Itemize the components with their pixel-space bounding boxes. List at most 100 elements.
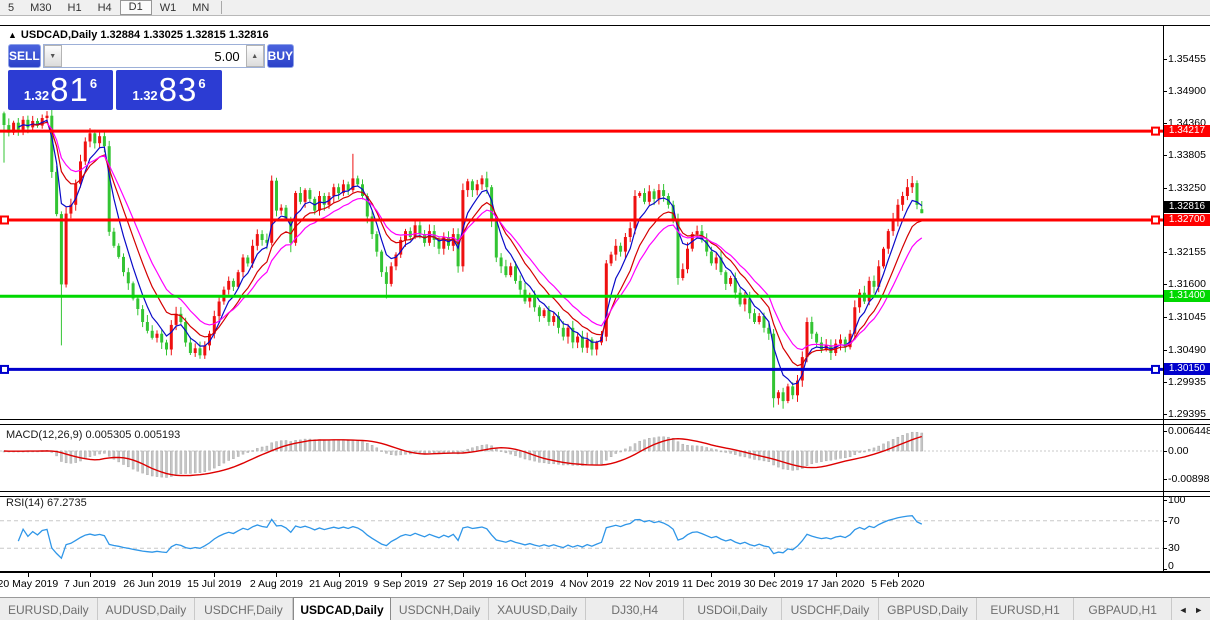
candle-body (810, 322, 813, 334)
macd-rsi-separator[interactable] (0, 491, 1210, 497)
symbol-tab-usdcad-daily[interactable]: USDCAD,Daily (293, 597, 392, 620)
time-axis-tick (898, 573, 899, 577)
time-axis-line (0, 571, 1210, 573)
one-click-trading-panel: SELL ▼ ▲ BUY 1.32 81 6 1.32 83 6 (8, 44, 226, 110)
buy-quote[interactable]: 1.32 83 6 (116, 70, 222, 110)
symbol-tab-usdchf-daily[interactable]: USDCHF,Daily (782, 598, 880, 620)
candle-body (509, 266, 512, 275)
rsi-axis-tick (1163, 548, 1167, 549)
price-level-badge: 1.34217 (1164, 125, 1210, 137)
candle-body (74, 184, 77, 205)
sell-button[interactable]: SELL (8, 44, 41, 68)
symbol-tab-dj30-h4[interactable]: DJ30,H4 (586, 598, 684, 620)
candle-body (739, 293, 742, 305)
tab-scroll-right-icon[interactable]: ► (1194, 605, 1203, 615)
candle-body (270, 181, 273, 243)
candle-body (261, 234, 264, 240)
candle-body (203, 345, 206, 355)
candle-body (887, 231, 890, 249)
price-axis-tick (1163, 59, 1167, 60)
candle-body (901, 196, 904, 205)
candle-body (504, 266, 507, 275)
symbol-tab-gbpaud-h1[interactable]: GBPAUD,H1 (1074, 598, 1172, 620)
sell-price-main: 81 (50, 71, 89, 109)
candle-body (112, 232, 115, 246)
rsi-axis-label: 30 (1168, 542, 1180, 554)
candle-body (729, 278, 732, 284)
candle-body (337, 187, 340, 193)
symbol-tab-xauusd-daily[interactable]: XAUUSD,Daily (489, 598, 587, 620)
symbol-tab-usdcnh-daily[interactable]: USDCNH,Daily (391, 598, 489, 620)
candle-body (160, 334, 163, 343)
candle-body (332, 187, 335, 196)
candle-body (227, 281, 230, 290)
candle-body (84, 142, 87, 162)
candle-body (175, 314, 178, 325)
candle-body (500, 258, 503, 267)
candle-body (868, 281, 871, 302)
time-axis-tick (774, 573, 775, 577)
volume-increase-button[interactable]: ▲ (246, 45, 264, 67)
time-axis-label: 5 Feb 2020 (863, 578, 933, 590)
time-axis-label: 4 Nov 2019 (552, 578, 622, 590)
time-axis-tick (339, 573, 340, 577)
candle-body (466, 181, 469, 190)
buy-price-pip: 6 (198, 76, 205, 91)
hline-handle[interactable] (1152, 128, 1159, 135)
candle-body (218, 302, 221, 317)
chart-title-text: USDCAD,Daily 1.32884 1.33025 1.32815 1.3… (21, 29, 269, 41)
chart-title: ▲ USDCAD,Daily 1.32884 1.33025 1.32815 1.… (8, 29, 269, 41)
price-axis-tick (1163, 123, 1167, 124)
sell-price-prefix: 1.32 (24, 88, 49, 103)
macd-axis-tick (1163, 479, 1167, 480)
buy-price-main: 83 (159, 71, 198, 109)
sell-quote[interactable]: 1.32 81 6 (8, 70, 113, 110)
candle-body (753, 313, 756, 322)
candle-body (476, 184, 479, 190)
candle-body (380, 252, 383, 273)
candle-body (98, 136, 101, 143)
collapse-triangle-icon[interactable]: ▲ (8, 30, 17, 40)
time-axis-tick (152, 573, 153, 577)
tab-scroll-left-icon[interactable]: ◄ (1179, 605, 1188, 615)
hline-handle[interactable] (1, 366, 8, 373)
symbol-tab-usdoil-daily[interactable]: USDOil,Daily (684, 598, 782, 620)
candle-body (256, 234, 259, 246)
candle-body (791, 386, 794, 395)
symbol-tab-usdchf-daily[interactable]: USDCHF,Daily (195, 598, 293, 620)
candle-body (815, 334, 818, 343)
symbol-tab-eurusd-h1[interactable]: EURUSD,H1 (977, 598, 1075, 620)
symbol-tab-eurusd-daily[interactable]: EURUSD,Daily (0, 598, 98, 620)
volume-decrease-button[interactable]: ▼ (44, 45, 62, 67)
candle-body (60, 214, 63, 284)
time-axis-label: 7 Jun 2019 (55, 578, 125, 590)
candle-body (896, 205, 899, 220)
symbol-tab-audusd-daily[interactable]: AUDUSD,Daily (98, 598, 196, 620)
candle-body (275, 181, 278, 211)
symbol-tab-gbpusd-daily[interactable]: GBPUSD,Daily (879, 598, 977, 620)
candle-body (715, 258, 718, 264)
time-axis-label: 17 Jan 2020 (801, 578, 871, 590)
volume-spinner: ▼ ▲ (43, 44, 265, 68)
candle-body (595, 343, 598, 350)
symbol-tab-bar: EURUSD,DailyAUDUSD,DailyUSDCHF,DailyUSDC… (0, 597, 1210, 620)
price-axis-label: 1.31045 (1168, 311, 1206, 323)
buy-button[interactable]: BUY (267, 44, 294, 68)
hline-handle[interactable] (1, 217, 8, 224)
price-axis-tick (1163, 284, 1167, 285)
volume-input[interactable] (62, 45, 246, 67)
candle-body (165, 343, 168, 350)
candle-body (418, 225, 421, 234)
hline-handle[interactable] (1152, 217, 1159, 224)
candle-body (743, 299, 746, 305)
current-price-badge: 1.32816 (1164, 201, 1210, 213)
candle-body (26, 120, 29, 128)
main-macd-separator[interactable] (0, 419, 1210, 425)
price-axis-label: 1.35455 (1168, 53, 1206, 65)
hline-handle[interactable] (1152, 366, 1159, 373)
candle-body (514, 266, 517, 281)
candle-body (758, 316, 761, 322)
candle-body (653, 191, 656, 199)
candle-body (199, 348, 202, 355)
candle-body (681, 269, 684, 278)
